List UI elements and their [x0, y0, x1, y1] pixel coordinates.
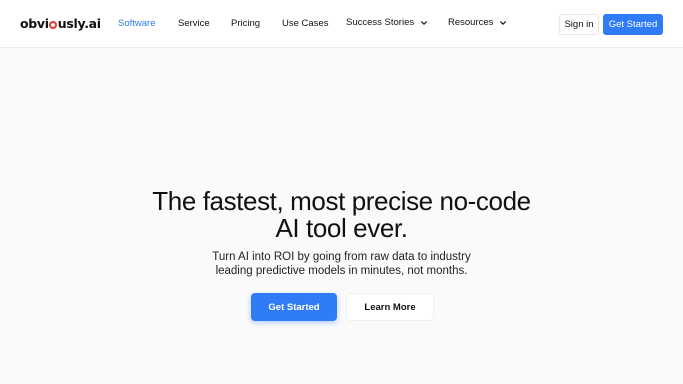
learn-more-button[interactable]: Learn More	[346, 293, 434, 321]
hero-subtitle: Turn AI into ROI by going from raw data …	[212, 251, 471, 277]
hero-get-started-button[interactable]: Get Started	[251, 293, 337, 321]
logo-o-icon	[49, 20, 58, 29]
hero-get-started-label: Get Started	[268, 301, 320, 313]
top-navbar: obvi usly.ai Software Service Pricing Use…	[0, 0, 683, 48]
chevron-down-icon	[500, 20, 507, 25]
hero-title: The fastest, most precise no-code AI too…	[152, 186, 531, 243]
nav-resources[interactable]: Resources	[448, 17, 507, 28]
logo-text-start: obvi	[20, 16, 49, 31]
logo[interactable]: obvi usly.ai	[20, 16, 101, 31]
sign-in-label: Sign in	[564, 19, 594, 30]
nav-success-stories-label: Success Stories	[346, 17, 415, 28]
nav-use-cases[interactable]: Use Cases	[282, 18, 328, 29]
nav-pricing[interactable]: Pricing	[231, 18, 260, 29]
nav-service-label: Service	[178, 18, 210, 29]
nav-get-started-label: Get Started	[608, 19, 658, 30]
nav-pricing-label: Pricing	[231, 18, 261, 29]
chevron-down-icon	[421, 20, 428, 25]
learn-more-label: Learn More	[364, 301, 416, 313]
nav-use-cases-label: Use Cases	[282, 18, 329, 29]
nav-software[interactable]: Software	[118, 18, 156, 29]
sign-in-button[interactable]: Sign in	[559, 14, 599, 35]
nav-service[interactable]: Service	[178, 18, 210, 29]
nav-resources-label: Resources	[448, 17, 494, 28]
nav-success-stories[interactable]: Success Stories	[346, 17, 428, 28]
nav-get-started-button[interactable]: Get Started	[603, 14, 663, 35]
logo-text-end: usly.ai	[57, 16, 101, 31]
nav-software-label: Software	[118, 18, 156, 29]
